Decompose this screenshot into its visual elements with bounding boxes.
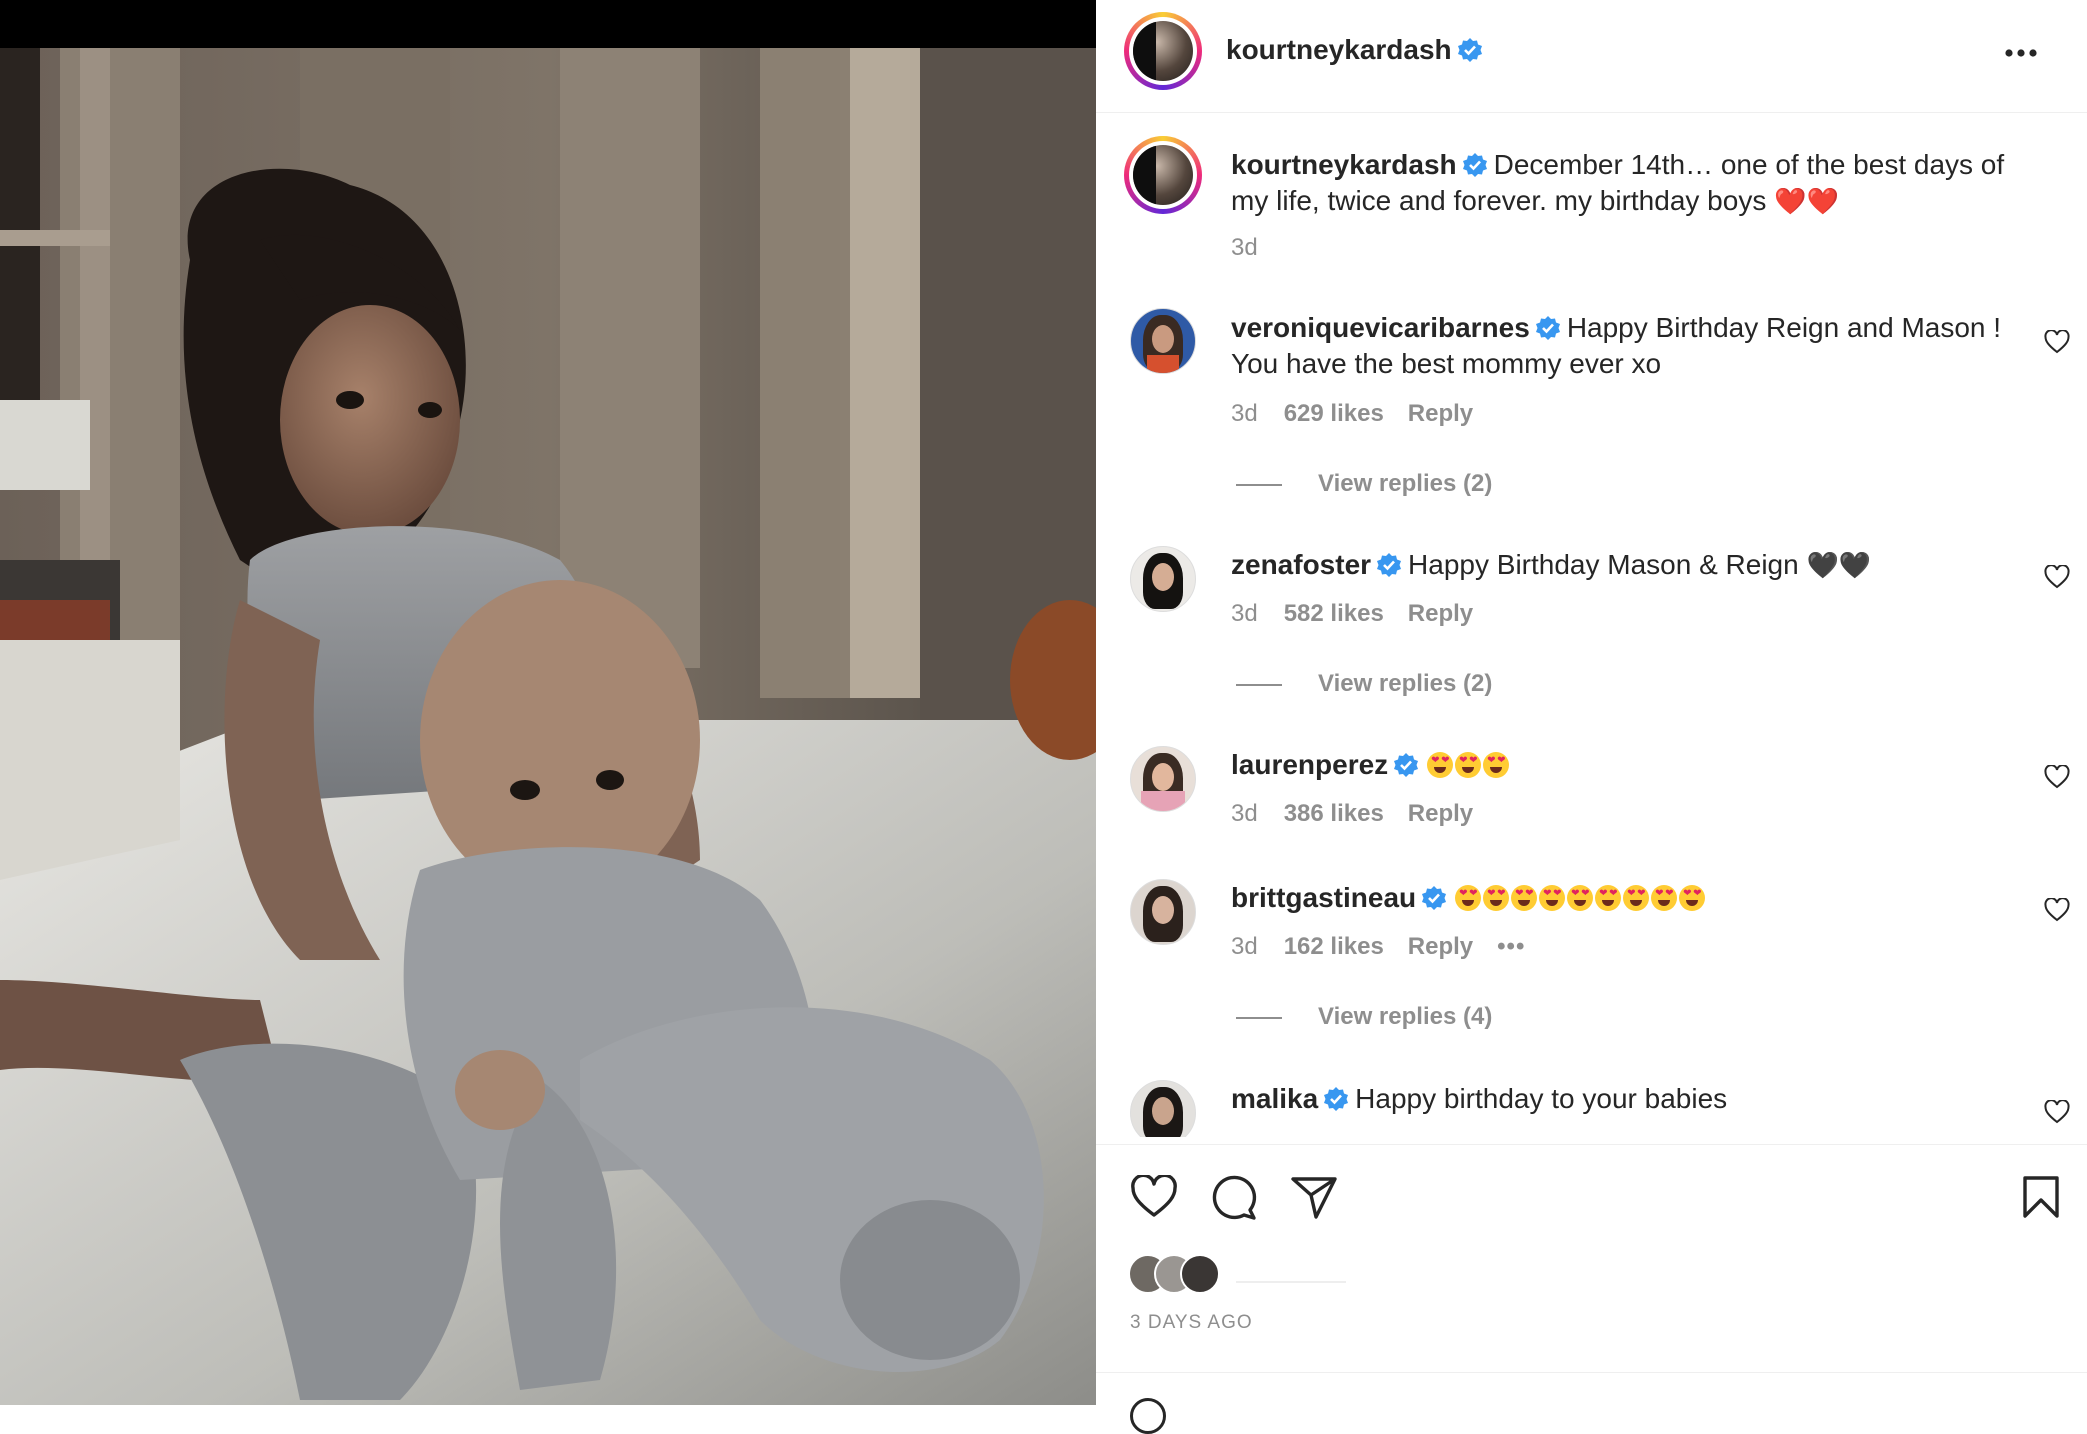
view-replies-label: View replies (4) [1318,1003,1493,1030]
comment-meta: 3d 629 likes Reply [1231,400,1497,428]
heart-icon[interactable] [1130,1175,1178,1219]
heart-eyes-emoji-icon [1455,752,1482,778]
header-divider [1096,112,2087,113]
comment-username[interactable]: brittgastineau [1231,882,1416,913]
comment-time[interactable]: 3d [1231,800,1258,827]
liked-by-text-placeholder [1236,1281,1346,1283]
commenter-avatar[interactable] [1130,746,1196,812]
comment: zenafoster Happy Birthday Mason & Reign 🖤… [1231,547,2011,583]
comment: malika Happy birthday to your babies [1231,1081,2011,1117]
like-comment-heart-icon[interactable] [2044,765,2070,789]
comment-reply-button[interactable]: Reply [1408,933,1473,960]
post-photo-image [0,0,1096,1405]
comment: veroniquevicaribarnes Happy Birthday Reig… [1231,310,2011,382]
header-username[interactable]: kourtneykardash [1226,34,1452,65]
verified-badge-icon [1422,886,1447,910]
verified-badge-icon [1535,316,1560,340]
comment-icon[interactable] [1210,1175,1258,1221]
commenter-avatar[interactable] [1130,308,1196,374]
heart-eyes-emoji-icon [1511,885,1538,911]
heart-eyes-emoji-icon [1679,885,1706,911]
comment-options-button[interactable]: ••• [1497,933,1525,960]
posted-ago[interactable]: 3 DAYS AGO [1130,1312,1253,1334]
heart-eyes-emoji-icon [1595,885,1622,911]
view-replies-line [1236,683,1282,686]
caption-avatar[interactable] [1124,136,1202,214]
liker-avatar[interactable] [1180,1254,1220,1294]
heart-eyes-emoji-icon [1483,752,1510,778]
actions-divider [1096,1144,2087,1145]
comment-reply-button[interactable]: Reply [1408,800,1473,827]
post-photo[interactable] [0,0,1096,1405]
share-icon[interactable] [1290,1175,1338,1219]
caption-meta: 3d [1231,234,1284,262]
comment-meta: 3d 386 likes Reply [1231,800,1497,828]
commenter-avatar[interactable] [1130,546,1196,612]
caption-time[interactable]: 3d [1231,234,1258,261]
comment-clip: malika Happy birthday to your babies [1096,1070,2087,1137]
comment-username[interactable]: laurenperez [1231,749,1388,780]
comment-time[interactable]: 3d [1231,600,1258,627]
heart-eyes-emoji-icon [1427,752,1454,778]
view-replies-button[interactable]: View replies (2) [1236,470,1492,498]
comment: brittgastineau😍😍😍😍😍😍😍😍😍 [1231,880,2011,916]
comment: laurenperez😍😍😍 [1231,747,2011,783]
emoji-icon[interactable] [1130,1398,1166,1434]
like-comment-heart-icon[interactable] [2044,330,2070,354]
view-replies-label: View replies (2) [1318,670,1493,697]
verified-badge-icon [1462,153,1487,177]
header-author: kourtneykardash [1226,34,1489,66]
caption: kourtneykardash December 14th… one of the… [1231,147,2011,219]
comment-text: Happy birthday to your babies [1355,1083,1728,1114]
more-horizontal-icon[interactable] [2004,48,2038,58]
verified-badge-icon [1324,1087,1349,1111]
view-replies-button[interactable]: View replies (4) [1236,1003,1492,1031]
author-avatar[interactable] [1124,12,1202,90]
heart-eyes-emoji-icon [1483,885,1510,911]
heart-eyes-emoji-icon [1567,885,1594,911]
caption-username[interactable]: kourtneykardash [1231,149,1457,180]
heart-eyes-emoji-icon [1455,885,1482,911]
verified-badge-icon [1394,753,1419,777]
comment-reply-button[interactable]: Reply [1408,400,1473,427]
bottom-divider [1096,1372,2087,1373]
like-comment-heart-icon[interactable] [2044,1100,2070,1124]
heart-eyes-emoji-icon [1539,885,1566,911]
black-heart-emoji: 🖤🖤 [1806,550,1872,580]
comment-meta: 3d 582 likes Reply [1231,600,1497,628]
view-replies-line [1236,483,1282,486]
like-comment-heart-icon[interactable] [2044,898,2070,922]
heart-eyes-emoji-icon [1651,885,1678,911]
comment-username[interactable]: malika [1231,1083,1318,1114]
comment-reply-button[interactable]: Reply [1408,600,1473,627]
comment-likes[interactable]: 386 likes [1284,800,1384,827]
like-comment-heart-icon[interactable] [2044,565,2070,589]
view-replies-button[interactable]: View replies (2) [1236,670,1492,698]
commenter-avatar[interactable] [1130,1080,1196,1137]
comment-username[interactable]: zenafoster [1231,549,1371,580]
comment-time[interactable]: 3d [1231,933,1258,960]
post-details-panel: kourtneykardash kourtneykardash December … [1096,0,2087,1434]
heart-eyes-emoji-icon [1623,885,1650,911]
comment-username[interactable]: veroniquevicaribarnes [1231,312,1530,343]
commenter-avatar[interactable] [1130,879,1196,945]
caption-heart-emoji: ❤️❤️ [1774,186,1839,216]
bookmark-icon[interactable] [2021,1175,2061,1219]
verified-badge-icon [1457,38,1482,62]
verified-badge-icon [1377,553,1402,577]
view-replies-label: View replies (2) [1318,470,1493,497]
comment-likes[interactable]: 582 likes [1284,600,1384,627]
comment-text: Happy Birthday Mason & Reign [1408,549,1799,580]
view-replies-line [1236,1016,1282,1019]
comment-likes[interactable]: 162 likes [1284,933,1384,960]
comment-likes[interactable]: 629 likes [1284,400,1384,427]
comment-meta: 3d 162 likes Reply ••• [1231,933,1549,961]
comment-time[interactable]: 3d [1231,400,1258,427]
